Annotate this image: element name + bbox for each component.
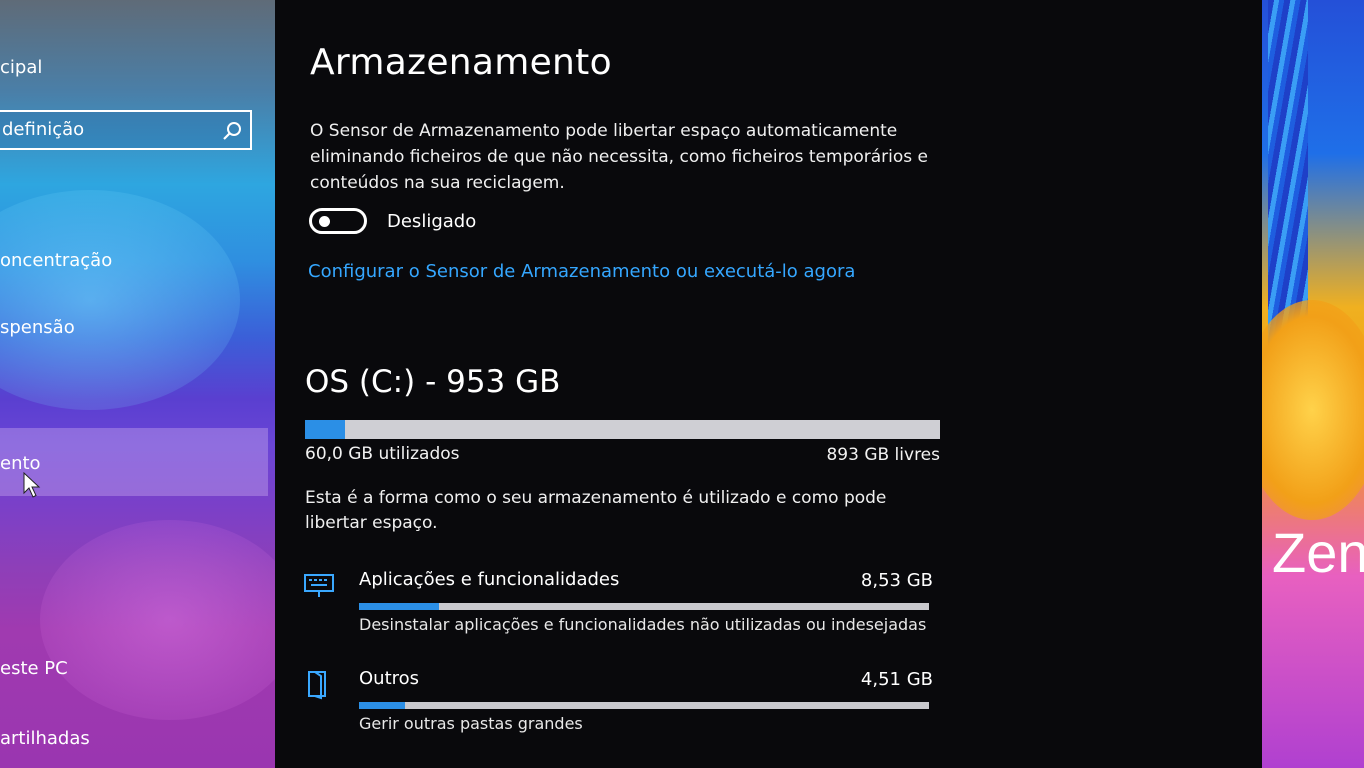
sidebar-item-shared[interactable]: artilhadas [0, 728, 90, 749]
sidebar-item-home[interactable]: cipal [0, 57, 42, 78]
toggle-knob [319, 216, 330, 227]
search-icon[interactable] [222, 121, 242, 141]
category-usage-bar [359, 702, 929, 709]
storage-usage-info: Esta é a forma como o seu armazenamento … [305, 488, 887, 533]
sidebar-item-storage[interactable]: ento [0, 453, 41, 474]
sidebar-item-focus-assist[interactable]: oncentração [0, 250, 112, 271]
sidebar-item-power-sleep[interactable]: spensão [0, 317, 75, 338]
wallpaper-wave [1262, 300, 1364, 520]
category-size: 8,53 GB [860, 570, 933, 591]
category-apps-features[interactable]: Aplicações e funcionalidades 8,53 GB Des… [303, 569, 933, 639]
drive-free-label: 893 GB livres [826, 445, 940, 465]
settings-sidebar: cipal definição oncentração spensão ento… [0, 0, 275, 768]
category-subtitle: Desinstalar aplicações e funcionalidades… [359, 615, 927, 634]
category-size: 4,51 GB [860, 669, 933, 690]
storage-sense-toggle[interactable] [309, 208, 367, 234]
category-usage-fill [359, 702, 405, 709]
folder-icon [308, 671, 326, 700]
drive-title: OS (C:) - 953 GB [305, 364, 561, 400]
desktop-wallpaper: Zen [1262, 0, 1364, 768]
page-title: Armazenamento [310, 42, 612, 83]
drive-usage-fill [305, 420, 345, 439]
category-usage-bar [359, 603, 929, 610]
settings-search-input[interactable]: definição [0, 110, 252, 150]
category-usage-fill [359, 603, 439, 610]
configure-storage-sense-link[interactable]: Configurar o Sensor de Armazenamento ou … [308, 261, 855, 282]
keyboard-icon [304, 574, 334, 597]
mouse-cursor-icon [23, 472, 41, 498]
drive-used-label: 60,0 GB utilizados [305, 444, 460, 464]
sidebar-item-about-pc[interactable]: este PC [0, 658, 68, 679]
wallpaper-glow [40, 520, 275, 720]
category-name: Aplicações e funcionalidades [359, 569, 620, 590]
storage-settings-page: Armazenamento O Sensor de Armazenamento … [275, 0, 1275, 768]
drive-usage-bar [305, 420, 940, 439]
storage-sense-description: O Sensor de Armazenamento pode libertar … [310, 121, 929, 193]
wallpaper-text: Zen [1272, 521, 1364, 584]
toggle-state-label: Desligado [387, 211, 477, 232]
category-others[interactable]: Outros 4,51 GB Gerir outras pastas grand… [303, 668, 933, 738]
category-name: Outros [359, 668, 420, 689]
search-value: definição [2, 119, 85, 140]
category-subtitle: Gerir outras pastas grandes [359, 714, 583, 733]
wallpaper-glow [0, 190, 240, 410]
